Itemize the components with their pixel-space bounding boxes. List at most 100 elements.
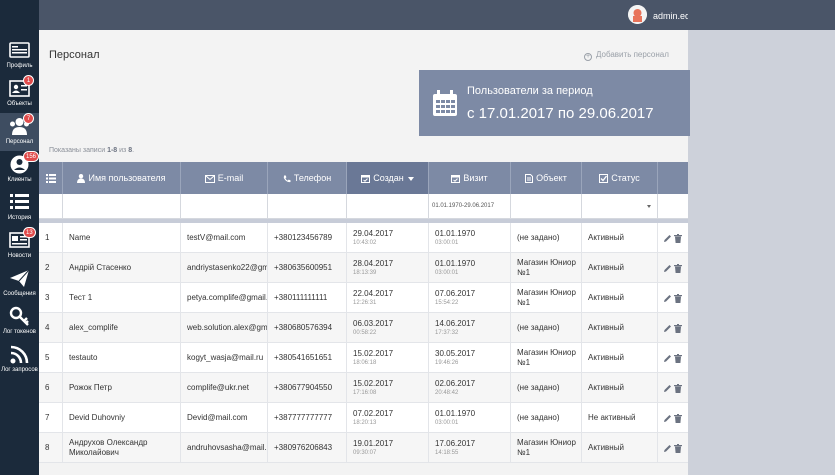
cell-created_time: 18:13:39 (353, 270, 377, 276)
sort-desc-icon (407, 176, 414, 181)
cell-created-value: 19.01.2017 (353, 439, 394, 448)
sidebar-item-label: Объекты (7, 101, 32, 107)
add-staff-button[interactable]: + Добавить персонал (584, 50, 669, 61)
sidebar-item-5[interactable]: История (0, 189, 39, 227)
cell-n: 5 (39, 343, 63, 373)
cell-object: (не задано) (511, 313, 582, 343)
cell-visit_time: 03:00:01 (435, 270, 459, 276)
cell-status-value: Активный (588, 323, 624, 332)
trash-icon[interactable] (674, 294, 682, 303)
cell-object-value: Магазин Юниор №1 (517, 348, 576, 367)
cell-object-value: (не задано) (517, 383, 560, 392)
calendar-icon (433, 90, 457, 116)
cell-email: petya.complife@gmail.com (181, 283, 268, 313)
header-created[interactable]: Создан (347, 162, 429, 194)
header-email[interactable]: E-mail (181, 162, 268, 194)
pencil-icon[interactable] (663, 294, 672, 303)
user-avatar[interactable] (628, 5, 647, 24)
cell-n-value: 6 (45, 383, 50, 392)
period-panel: Пользователи за период с 17.01.2017 по 2… (419, 70, 690, 136)
notification-badge: 7 (23, 113, 34, 124)
table-row[interactable]: 1 Name testV@mail.com +380123456789 29.04.20… (39, 223, 688, 253)
cell-n-value: 7 (45, 413, 50, 422)
history-icon (10, 194, 29, 209)
cell-visit_time: 19:46:26 (435, 360, 459, 366)
cell-phone-value: +380680576394 (274, 323, 333, 332)
filter-phone-input[interactable] (268, 194, 347, 219)
sidebar-item-9[interactable]: Лог запросов (0, 341, 39, 379)
filter-empty (39, 194, 63, 219)
filter-created-input[interactable] (347, 194, 429, 219)
table-header: Имя пользователя E-mail Телефон Создан В… (39, 162, 688, 194)
cell-created-value: 28.04.2017 (353, 259, 394, 268)
table-row[interactable]: 7 Devid Duhovniy Devid@mail.com +3877777777… (39, 403, 688, 433)
pencil-icon[interactable] (663, 234, 672, 243)
table-row[interactable]: 8 Андрухов Олександр Миколайович andruhovs… (39, 433, 688, 463)
table-row[interactable]: 2 Андрій Стасенко andriystasenko22@gmail.c… (39, 253, 688, 283)
sidebar-item-3[interactable]: 7 Персонал (0, 113, 39, 151)
period-title: Пользователи за период (467, 85, 593, 97)
pencil-icon[interactable] (663, 354, 672, 363)
pencil-icon[interactable] (663, 444, 672, 453)
sidebar-item-7[interactable]: Сообщения (0, 265, 39, 303)
header-phone[interactable]: Телефон (268, 162, 347, 194)
filter-email-input[interactable] (181, 194, 268, 219)
cell-created_time: 09:30:07 (353, 450, 377, 456)
cell-visit-value: 14.06.2017 (435, 319, 476, 328)
table-row[interactable]: 4 alex_complife web.solution.alex@gmail.co… (39, 313, 688, 343)
pencil-icon[interactable] (663, 324, 672, 333)
sidebar-item-6[interactable]: 13 Новости (0, 227, 39, 265)
table-row[interactable]: 6 Рожок Петр complife@ukr.net +380677904550… (39, 373, 688, 403)
list-icon[interactable] (39, 162, 63, 194)
cell-object: Магазин Юниор №1 (511, 283, 582, 313)
sidebar-item-1[interactable]: Профиль (0, 37, 39, 75)
cell-name: alex_complife (63, 313, 181, 343)
header-object[interactable]: Объект (511, 162, 582, 194)
cell-created_time: 10:43:02 (353, 240, 377, 246)
right-panel (688, 30, 835, 475)
send-icon (10, 269, 30, 287)
sidebar-item-8[interactable]: Лог токенов (0, 303, 39, 341)
cell-object-value: (не задано) (517, 413, 560, 422)
filter-visit-input[interactable]: 01.01.1970-29.06.2017 (429, 194, 511, 219)
cell-n: 6 (39, 373, 63, 403)
trash-icon[interactable] (674, 414, 682, 423)
top-bar-right (688, 0, 835, 30)
sidebar-item-2[interactable]: 1 Объекты (0, 75, 39, 113)
cell-n-value: 3 (45, 293, 50, 302)
cell-status: Активный (582, 433, 658, 463)
sidebar-item-label: Лог токенов (2, 329, 36, 335)
pencil-icon[interactable] (663, 264, 672, 273)
header-status[interactable]: Статус (582, 162, 658, 194)
filter-status-select[interactable] (582, 194, 658, 219)
table-row[interactable]: 3 Тест 1 petya.complife@gmail.com +38011111… (39, 283, 688, 313)
pencil-icon[interactable] (663, 414, 672, 423)
cell-object: (не задано) (511, 373, 582, 403)
header-username[interactable]: Имя пользователя (63, 162, 181, 194)
header-visit[interactable]: Визит (429, 162, 511, 194)
trash-icon[interactable] (674, 444, 682, 453)
cell-visit: 01.01.1970 03:00:01 (429, 223, 511, 253)
trash-icon[interactable] (674, 354, 682, 363)
cell-n-value: 2 (45, 263, 50, 272)
trash-icon[interactable] (674, 264, 682, 273)
cell-created_time: 18:06:18 (353, 360, 377, 366)
filter-object-input[interactable] (511, 194, 582, 219)
cell-phone-value: +380111111111 (274, 293, 328, 302)
pencil-icon[interactable] (663, 384, 672, 393)
row-actions (661, 444, 685, 454)
cell-visit: 07.06.2017 15:54:22 (429, 283, 511, 313)
trash-icon[interactable] (674, 324, 682, 333)
cell-created: 29.04.2017 10:43:02 (347, 223, 429, 253)
cell-status: Не активный (582, 403, 658, 433)
trash-icon[interactable] (674, 234, 682, 243)
sidebar-item-4[interactable]: 156 Клиенты (0, 151, 40, 189)
cell-n: 2 (39, 253, 63, 283)
filter-username-input[interactable] (63, 194, 181, 219)
trash-icon[interactable] (674, 384, 682, 393)
checkbox-icon (599, 174, 609, 184)
user-icon (77, 174, 86, 184)
notification-badge: 156 (23, 151, 40, 162)
sidebar: Профиль 1 Объекты 7 Персонал 156 Клиенты Истори… (0, 0, 40, 475)
table-row[interactable]: 5 testauto kogyt_wasja@mail.ru +38054165165… (39, 343, 688, 373)
